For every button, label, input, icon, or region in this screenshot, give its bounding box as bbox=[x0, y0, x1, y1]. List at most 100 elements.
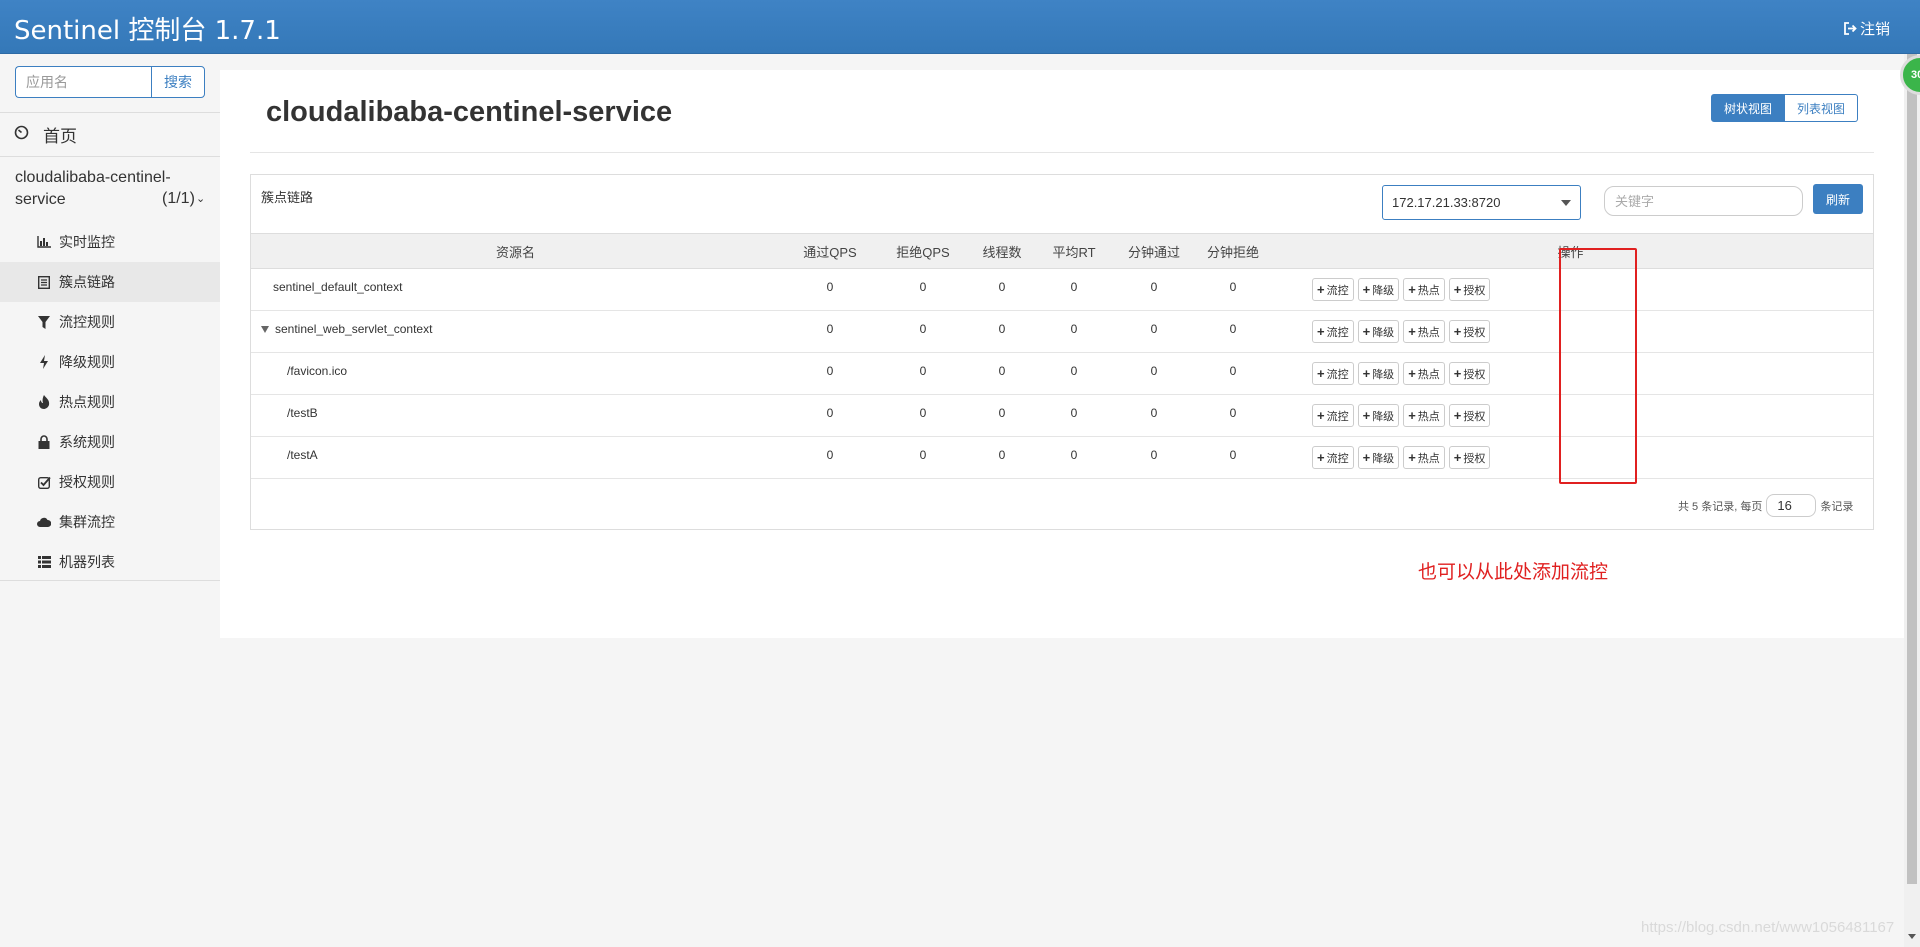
sidebar-item-label: 簇点链路 bbox=[59, 274, 115, 290]
main-content: cloudalibaba-centinel-service 树状视图 列表视图 … bbox=[220, 70, 1904, 638]
hotspot-button[interactable]: + 热点 bbox=[1403, 320, 1445, 343]
app-search-button[interactable]: 搜索 bbox=[151, 66, 205, 98]
sidebar-home-link[interactable]: 首页 bbox=[14, 122, 77, 147]
metric-cell: 0 bbox=[780, 268, 880, 311]
flow-control-button[interactable]: + 流控 bbox=[1312, 404, 1354, 427]
plus-icon: + bbox=[1453, 408, 1462, 423]
metric-cell: 0 bbox=[880, 268, 966, 311]
sidebar-item-flow-rules[interactable]: 流控规则 bbox=[0, 302, 220, 342]
plus-icon: + bbox=[1317, 324, 1325, 339]
authorize-button[interactable]: + 授权 bbox=[1448, 278, 1491, 301]
sidebar-divider bbox=[0, 112, 220, 113]
hotspot-button[interactable]: + 热点 bbox=[1403, 404, 1445, 427]
op-label: 降级 bbox=[1372, 410, 1395, 423]
resource-name: /testA bbox=[287, 448, 318, 462]
metric-cell: 0 bbox=[1110, 436, 1198, 479]
degrade-button[interactable]: + 降级 bbox=[1357, 278, 1400, 301]
hotspot-button[interactable]: + 热点 bbox=[1403, 278, 1445, 301]
sidebar-item-degrade-rules[interactable]: 降级规则 bbox=[0, 342, 220, 382]
sidebar-item-machine-list[interactable]: 机器列表 bbox=[0, 542, 220, 582]
scroll-down-arrow-icon[interactable] bbox=[1908, 934, 1916, 939]
tree-view-button[interactable]: 树状视图 bbox=[1711, 94, 1786, 122]
metric-cell: 0 bbox=[1110, 310, 1198, 353]
sidebar-item-cluster-flow[interactable]: 集群流控 bbox=[0, 502, 220, 542]
metric-cell: 0 bbox=[1038, 436, 1110, 479]
degrade-button[interactable]: + 降级 bbox=[1357, 446, 1400, 469]
top-navbar: Sentinel 控制台 1.7.1 注销 bbox=[0, 0, 1920, 54]
sidebar-item-label: 热点规则 bbox=[59, 394, 115, 410]
resource-name-cell: sentinel_default_context bbox=[251, 268, 780, 311]
authorize-button[interactable]: + 授权 bbox=[1448, 320, 1491, 343]
plus-icon: + bbox=[1408, 450, 1416, 465]
authorize-button[interactable]: + 授权 bbox=[1448, 446, 1491, 469]
machine-select[interactable]: 172.17.21.33:8720 bbox=[1382, 185, 1581, 220]
metric-cell: 0 bbox=[1198, 268, 1268, 311]
op-label: 授权 bbox=[1463, 452, 1486, 465]
app-search: 搜索 bbox=[15, 66, 205, 98]
plus-icon: + bbox=[1453, 450, 1462, 465]
list-view-button[interactable]: 列表视图 bbox=[1785, 94, 1859, 122]
flow-control-button[interactable]: + 流控 bbox=[1312, 278, 1354, 301]
plus-icon: + bbox=[1408, 408, 1416, 423]
metric-cell: 0 bbox=[1110, 352, 1198, 395]
sidebar-item-label: 降级规则 bbox=[59, 354, 115, 370]
op-label: 授权 bbox=[1463, 326, 1486, 339]
sidebar-divider bbox=[0, 580, 220, 581]
dashboard-icon bbox=[14, 125, 29, 145]
plus-icon: + bbox=[1453, 366, 1462, 381]
plus-icon: + bbox=[1362, 366, 1371, 381]
metric-cell: 0 bbox=[1110, 394, 1198, 437]
metric-cell: 0 bbox=[966, 310, 1038, 353]
pagination: 共 5 条记录, 每页 16 条记录 bbox=[1678, 494, 1853, 517]
sidebar-item-realtime-monitor[interactable]: 实时监控 bbox=[0, 222, 220, 262]
plus-icon: + bbox=[1317, 282, 1325, 297]
column-header: 分钟通过 bbox=[1110, 233, 1198, 269]
authorize-button[interactable]: + 授权 bbox=[1448, 404, 1491, 427]
column-header: 平均RT bbox=[1038, 233, 1110, 269]
metric-cell: 0 bbox=[1110, 268, 1198, 311]
sidebar-item-auth-rules[interactable]: 授权规则 bbox=[0, 462, 220, 502]
page-size-input[interactable]: 16 bbox=[1766, 494, 1817, 517]
degrade-button[interactable]: + 降级 bbox=[1357, 320, 1400, 343]
flow-control-button[interactable]: + 流控 bbox=[1312, 320, 1354, 343]
plus-icon: + bbox=[1317, 408, 1325, 423]
cloud-icon bbox=[37, 515, 51, 529]
keyword-input[interactable] bbox=[1604, 186, 1803, 216]
flow-control-button[interactable]: + 流控 bbox=[1312, 446, 1354, 469]
hotspot-button[interactable]: + 热点 bbox=[1403, 446, 1445, 469]
op-label: 流控 bbox=[1326, 410, 1349, 423]
app-search-input[interactable] bbox=[15, 66, 151, 98]
flow-control-button[interactable]: + 流控 bbox=[1312, 362, 1354, 385]
plus-icon: + bbox=[1453, 324, 1462, 339]
scrollbar-thumb[interactable] bbox=[1907, 54, 1917, 884]
logout-button[interactable]: 注销 bbox=[1843, 18, 1890, 39]
refresh-button[interactable]: 刷新 bbox=[1813, 184, 1863, 214]
metric-cell: 0 bbox=[780, 352, 880, 395]
metric-cell: 0 bbox=[880, 436, 966, 479]
chevron-down-icon[interactable]: ⌄ bbox=[196, 192, 205, 205]
tree-toggle-icon[interactable] bbox=[261, 326, 269, 334]
degrade-button[interactable]: + 降级 bbox=[1357, 404, 1400, 427]
metric-cell: 0 bbox=[880, 394, 966, 437]
hotspot-button[interactable]: + 热点 bbox=[1403, 362, 1445, 385]
metric-cell: 0 bbox=[966, 352, 1038, 395]
sidebar-item-system-rules[interactable]: 系统规则 bbox=[0, 422, 220, 462]
sidebar-item-label: 实时监控 bbox=[59, 234, 115, 250]
machine-select-value: 172.17.21.33:8720 bbox=[1392, 195, 1501, 210]
op-label: 授权 bbox=[1463, 284, 1486, 297]
plus-icon: + bbox=[1408, 282, 1416, 297]
sidebar-item-label: 流控规则 bbox=[59, 314, 115, 330]
sidebar-item-hot-rules[interactable]: 热点规则 bbox=[0, 382, 220, 422]
metric-cell: 0 bbox=[780, 394, 880, 437]
plus-icon: + bbox=[1453, 282, 1462, 297]
scrollbar[interactable] bbox=[1904, 54, 1920, 947]
op-label: 热点 bbox=[1417, 326, 1440, 339]
sign-out-icon bbox=[1843, 22, 1857, 35]
metric-cell: 0 bbox=[1198, 394, 1268, 437]
degrade-button[interactable]: + 降级 bbox=[1357, 362, 1400, 385]
brand-title[interactable]: Sentinel 控制台 1.7.1 bbox=[14, 10, 281, 47]
metric-cell: 0 bbox=[1038, 310, 1110, 353]
sidebar-item-cluster-point-link[interactable]: 簇点链路 bbox=[0, 262, 220, 302]
op-label: 流控 bbox=[1326, 284, 1349, 297]
authorize-button[interactable]: + 授权 bbox=[1448, 362, 1491, 385]
